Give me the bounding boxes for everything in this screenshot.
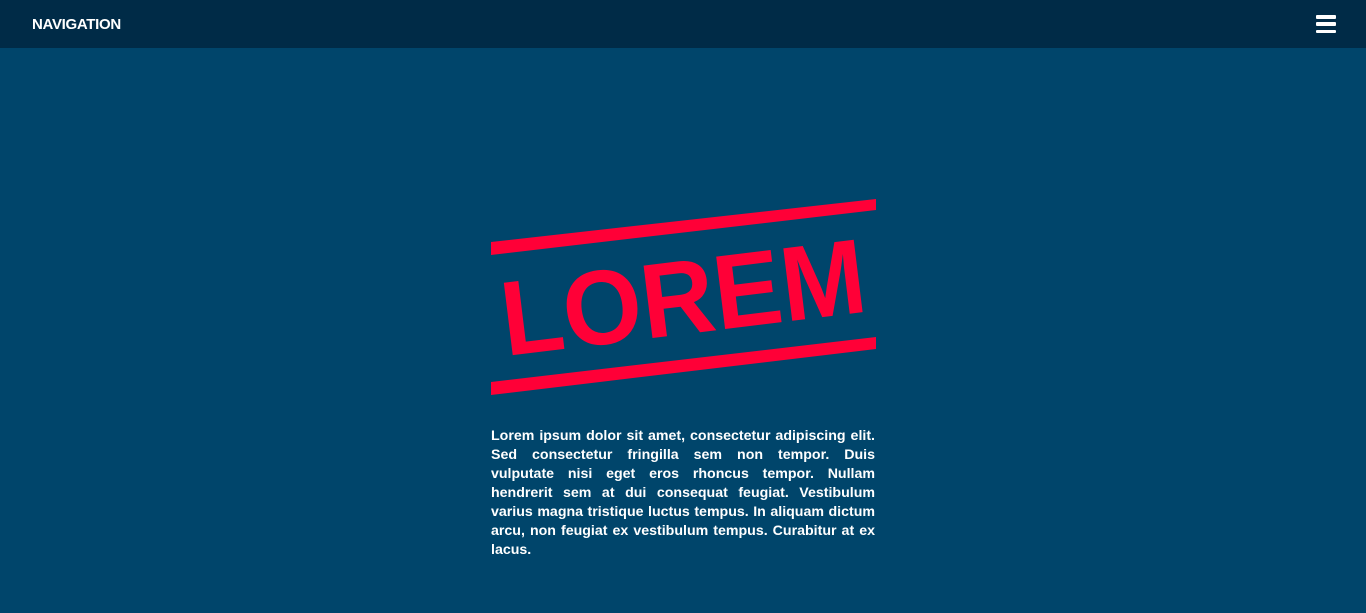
menu-bar-top xyxy=(1316,15,1336,19)
hamburger-menu-icon[interactable] xyxy=(1316,15,1336,33)
lorem-logo: LOREM xyxy=(491,199,876,395)
body-paragraph: Lorem ipsum dolor sit amet, consectetur … xyxy=(491,428,875,558)
hero-logo: LOREM xyxy=(488,196,880,398)
menu-bar-bottom xyxy=(1316,29,1336,33)
nav-title[interactable]: NAVIGATION xyxy=(32,16,121,33)
navbar: NAVIGATION xyxy=(0,0,1366,48)
menu-bar-middle xyxy=(1316,22,1336,26)
